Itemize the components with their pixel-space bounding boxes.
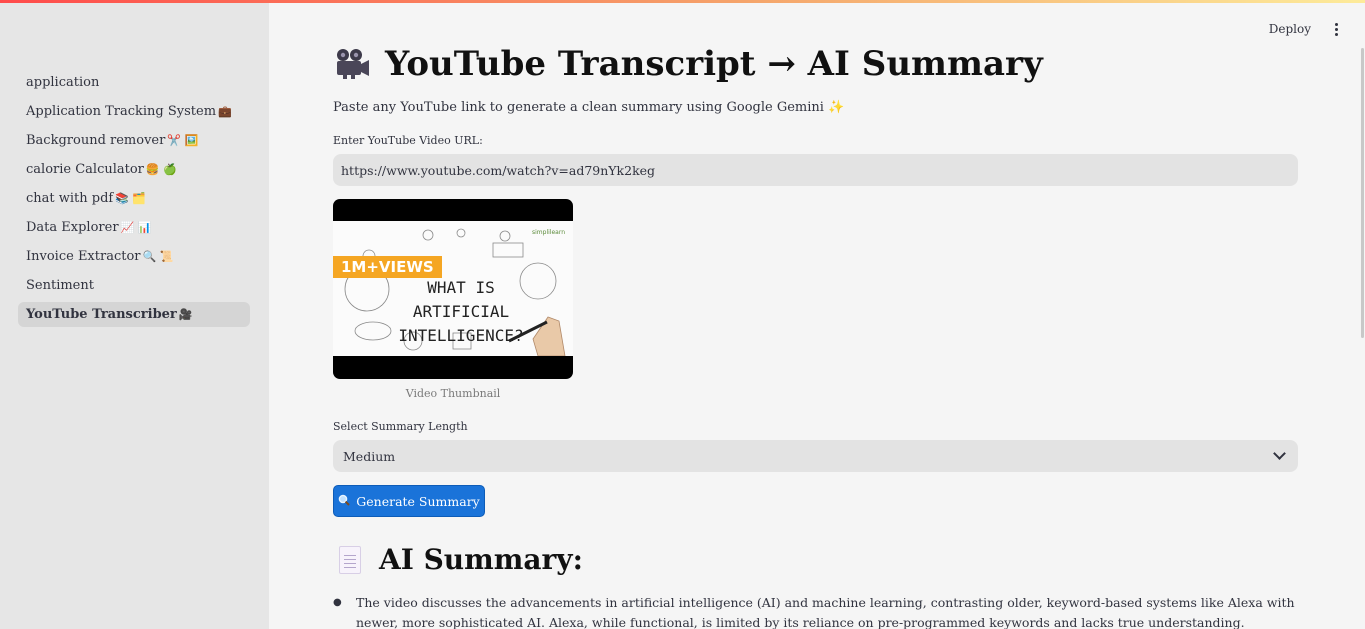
sidebar-item-label: application: [26, 75, 100, 90]
deploy-button[interactable]: Deploy: [1269, 22, 1311, 36]
url-label: Enter YouTube Video URL:: [333, 134, 483, 147]
burger-apple-icon: 🍔 🍏: [145, 163, 177, 176]
summary-bullet-text: The video discusses the advancements in …: [356, 595, 1295, 629]
books-folder-icon: 📚 🗂️: [115, 192, 147, 205]
youtube-url-input[interactable]: [333, 154, 1298, 186]
scissors-picture-icon: ✂️ 🖼️: [167, 134, 199, 147]
sidebar-item-application[interactable]: application: [18, 68, 250, 97]
channel-logo: simplilearn: [532, 229, 565, 236]
page-title-text: YouTube Transcript → AI Summary: [385, 44, 1043, 84]
bullet-dot: ●: [333, 597, 342, 608]
sidebar-item-label: chat with pdf: [26, 191, 114, 206]
magnifier-icon: [338, 494, 350, 509]
page-subtitle: Paste any YouTube link to generate a cle…: [333, 100, 845, 115]
movie-camera-icon: 🎥: [178, 308, 193, 321]
chevron-down-icon: [1273, 447, 1286, 460]
sidebar-item-data-explorer[interactable]: Data Explorer 📈 📊: [18, 213, 250, 242]
sidebar-item-label: Sentiment: [26, 278, 94, 293]
sidebar-item-invoice-extractor[interactable]: Invoice Extractor 🔍 📜: [18, 242, 250, 271]
thumbnail-image: 1M+VIEWS simplilearn WHAT IS ARTIFICIAL …: [333, 221, 573, 356]
main-menu-icon[interactable]: [1329, 19, 1343, 39]
chart-icon: 📈 📊: [120, 221, 152, 234]
page-title: YouTube Transcript → AI Summary: [333, 44, 1043, 84]
document-icon: [339, 545, 361, 574]
thumbnail-caption: Video Thumbnail: [405, 387, 501, 400]
thumbnail-line: ARTIFICIAL: [412, 302, 510, 321]
app-header-actions: Deploy: [1269, 19, 1343, 39]
summary-length-select[interactable]: Medium: [333, 440, 1298, 472]
summary-length-label: Select Summary Length: [333, 420, 468, 433]
sidebar-item-youtube-transcriber[interactable]: YouTube Transcriber 🎥: [18, 302, 250, 327]
sidebar-nav: application Application Tracking System …: [18, 68, 250, 327]
summary-list: ● The video discusses the advancements i…: [333, 593, 1298, 629]
thumbnail-line: INTELLIGENCE?: [398, 326, 524, 345]
generate-summary-label: Generate Summary: [356, 493, 480, 509]
sidebar-item-label: Background remover: [26, 133, 166, 148]
sidebar: application Application Tracking System …: [0, 3, 269, 629]
main-scrollbar[interactable]: [1361, 48, 1364, 338]
sidebar-item-label: Data Explorer: [26, 220, 119, 235]
sidebar-item-background-remover[interactable]: Background remover ✂️ 🖼️: [18, 126, 250, 155]
views-badge: 1M+VIEWS: [333, 256, 442, 278]
sidebar-item-calorie-calculator[interactable]: calorie Calculator 🍔 🍏: [18, 155, 250, 184]
summary-heading-text: AI Summary:: [379, 543, 583, 576]
sidebar-item-label: Application Tracking System: [26, 104, 217, 119]
video-thumbnail: 1M+VIEWS simplilearn WHAT IS ARTIFICIAL …: [333, 199, 573, 379]
sidebar-item-application-tracking-system[interactable]: Application Tracking System 💼: [18, 97, 250, 126]
magnifier-scroll-icon: 🔍 📜: [142, 250, 174, 263]
summary-length-value: Medium: [343, 448, 396, 464]
sidebar-item-sentiment[interactable]: Sentiment: [18, 271, 250, 300]
movie-camera-icon: [333, 47, 371, 81]
thumbnail-line: WHAT IS: [427, 278, 495, 297]
list-item: ● The video discusses the advancements i…: [333, 593, 1298, 629]
sidebar-item-label: calorie Calculator: [26, 162, 144, 177]
sidebar-item-label: Invoice Extractor: [26, 249, 141, 264]
thumbnail-title: WHAT IS ARTIFICIAL INTELLIGENCE?: [391, 276, 531, 348]
generate-summary-button[interactable]: Generate Summary: [333, 485, 485, 517]
summary-heading: AI Summary:: [339, 543, 583, 576]
briefcase-icon: 💼: [218, 105, 232, 118]
sidebar-item-label: YouTube Transcriber: [26, 307, 177, 322]
sidebar-item-chat-with-pdf[interactable]: chat with pdf 📚 🗂️: [18, 184, 250, 213]
